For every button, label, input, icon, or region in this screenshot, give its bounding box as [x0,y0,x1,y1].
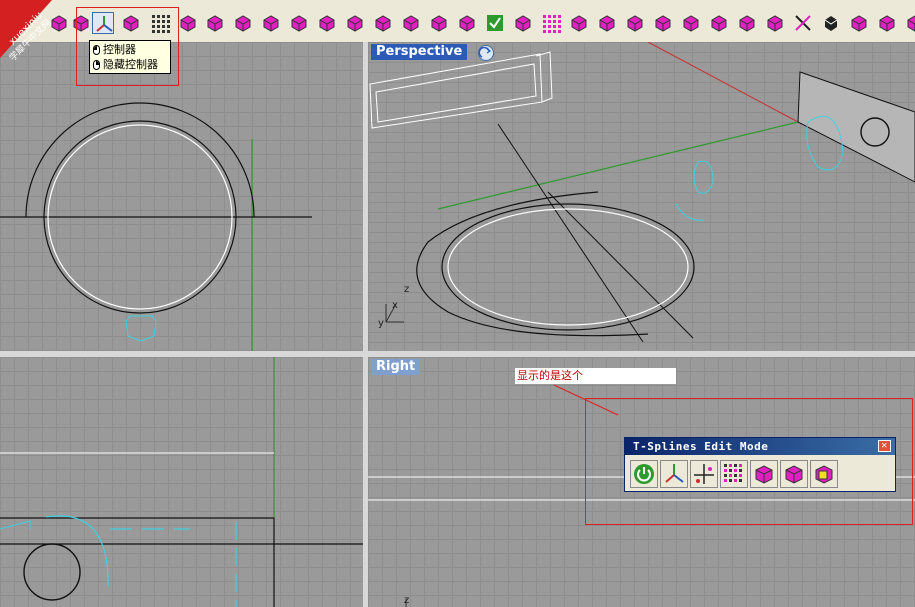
box-stack-icon[interactable] [596,12,618,34]
viewport-top[interactable] [0,42,363,351]
axis-z-label-right: z [404,595,409,606]
cube-face-icon[interactable] [780,460,808,488]
wave-box-icon[interactable] [764,12,786,34]
axis-y-label: y [378,318,384,329]
wave-icon[interactable] [512,12,534,34]
arch-icon[interactable] [260,12,282,34]
box-hole-icon[interactable] [456,12,478,34]
box-weld-icon[interactable] [400,12,422,34]
box-bridge-icon[interactable] [372,12,394,34]
box-object [369,53,543,129]
profile-rect [0,517,275,607]
tsplines-edit-mode-panel[interactable]: T-Splines Edit Mode ✕ [624,437,896,492]
box-join-icon[interactable] [344,12,366,34]
tooltip-right-text: 隐藏控制器 [103,58,158,71]
top-scene [0,102,312,351]
panel-tools [630,460,838,488]
close-icon[interactable]: ✕ [878,440,891,452]
tooltip: 控制器 隐藏控制器 [89,40,171,74]
loop-icon[interactable] [177,12,199,34]
axis-x-label: x [392,300,398,311]
viewport-front[interactable] [0,357,363,607]
ellipse-inner [447,208,689,326]
axis-indicator: x y z [378,284,409,329]
x-axis-red [647,42,799,123]
line-a [497,123,644,343]
left-mouse-icon [93,44,100,55]
tooltip-row-left: 控制器 [93,42,167,57]
extrude-icon[interactable] [288,12,310,34]
box-split-icon[interactable] [428,12,450,34]
y-axis-green [437,121,799,210]
line-icon[interactable] [848,12,870,34]
power-icon[interactable] [630,460,658,488]
fold-icon[interactable] [316,12,338,34]
tooltip-left-text: 控制器 [103,43,136,56]
cube-yellow-icon[interactable] [810,460,838,488]
outer-arc [25,102,255,218]
cyan-curve [125,315,157,342]
grid-red-icon[interactable] [568,12,590,34]
cube-icon[interactable] [750,460,778,488]
grid-points-icon[interactable] [720,460,748,488]
axis-indicator-right: z [404,595,409,607]
right-mouse-icon [93,59,100,70]
box-cap [535,51,553,103]
tooltip-row-right: 隐藏控制器 [93,57,167,72]
box-merge-icon[interactable] [624,12,646,34]
box-tilt-icon[interactable] [652,12,674,34]
ellipse-outer [441,203,695,331]
checkbox-icon[interactable] [484,12,506,34]
panel-title: T-Splines Edit Mode [633,440,769,453]
viewport-divider-horizontal[interactable] [0,351,915,357]
manipulator-icon[interactable] [690,460,718,488]
panel-object [797,71,915,183]
viewport-perspective[interactable]: x y z Perspective [368,42,915,351]
panel-title-bar[interactable]: T-Splines Edit Mode ✕ [625,438,895,455]
gumball-icon[interactable] [660,460,688,488]
cross-icon[interactable] [792,12,814,34]
cube-dark-icon[interactable] [820,12,842,34]
cyan-arc-front [45,515,109,588]
front-circle [23,543,81,601]
view-rotate-icon[interactable] [478,45,494,61]
line-b [547,191,694,339]
perspective-scene: x y z [369,42,915,343]
cube-edge-icon[interactable] [232,12,254,34]
pentagon-icon[interactable] [204,12,226,34]
branch-icon[interactable] [876,12,898,34]
viewport-label-perspective[interactable]: Perspective [371,44,468,60]
viewport-divider-vertical[interactable] [363,42,368,607]
front-scene [0,357,363,607]
viewport-label-right[interactable]: Right [371,359,421,375]
cyan-curve-small [693,160,714,194]
cyan-arc [675,203,705,221]
cyan-line-a [0,520,31,530]
card-icon[interactable] [708,12,730,34]
box-inner [375,63,537,123]
annotation-note: 显示的是这个 [515,368,676,384]
comb-icon[interactable] [736,12,758,34]
watermark-logo: xuexiniu 学犀牛中文网 [0,0,53,63]
star-curve-icon[interactable] [904,12,915,34]
axis-z-label: z [404,284,409,295]
grid-icon[interactable] [540,12,562,34]
arrow-curve-icon[interactable] [680,12,702,34]
